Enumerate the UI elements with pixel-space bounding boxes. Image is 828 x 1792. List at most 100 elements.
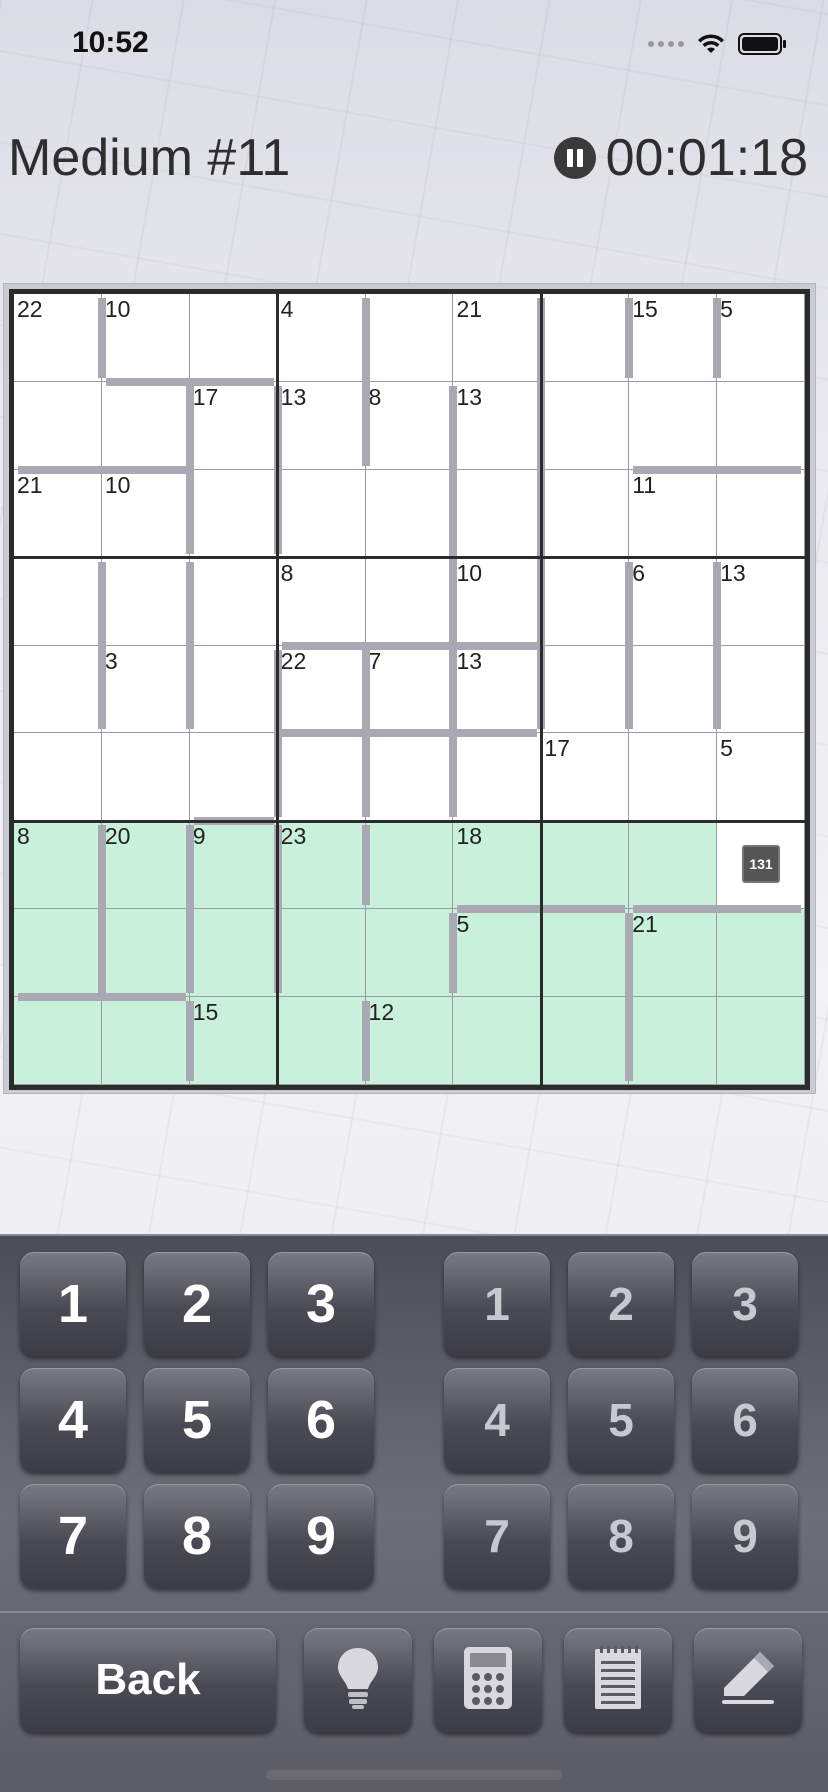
board-cell[interactable]: 4 [277,294,366,382]
board-cell[interactable] [365,821,454,910]
digit-key[interactable]: 5 [144,1368,250,1472]
board-cell[interactable]: 5 [717,294,805,382]
board-cell[interactable]: 5 [717,733,805,822]
board-cell[interactable] [541,469,630,558]
board-cell[interactable]: 10 [453,557,542,646]
digit-key[interactable]: 7 [20,1484,126,1588]
board-cell[interactable] [365,469,454,558]
board-cell[interactable] [629,381,718,470]
board-cell[interactable]: 11 [629,469,718,558]
board-cell[interactable] [365,909,454,998]
board-cell[interactable] [541,997,630,1085]
board-cell[interactable] [717,469,805,558]
board-cell[interactable]: 8 [365,381,454,470]
board-cell[interactable] [541,909,630,998]
board-cell[interactable] [717,381,805,470]
note-digit-key[interactable]: 6 [692,1368,798,1472]
board-cell[interactable] [629,733,718,822]
pause-icon[interactable] [553,137,596,179]
note-digit-key[interactable]: 3 [692,1252,798,1356]
notes-button[interactable] [564,1628,672,1732]
board-cell[interactable] [101,381,190,470]
board-cell[interactable] [629,821,718,910]
back-button[interactable]: Back [20,1628,276,1732]
board-cell[interactable] [189,469,278,558]
board-cell[interactable]: 21 [14,469,102,558]
board-cell[interactable]: 13 [453,645,542,734]
board-cell[interactable] [14,733,102,822]
board-cell[interactable] [277,469,366,558]
board-cell[interactable] [101,557,190,646]
board-cell[interactable] [365,294,454,382]
digit-key[interactable]: 1 [20,1252,126,1356]
board-cell[interactable] [101,909,190,998]
board-cell[interactable] [365,557,454,646]
board-cell[interactable]: 22 [277,645,366,734]
board-cell[interactable] [189,557,278,646]
board-cell[interactable]: 7 [365,645,454,734]
board-cell[interactable] [189,294,278,382]
board-cell[interactable] [14,557,102,646]
board-cell[interactable]: 6 [629,557,718,646]
board-cell[interactable] [277,909,366,998]
note-digit-key[interactable]: 1 [444,1252,550,1356]
board-cell[interactable] [101,733,190,822]
board-cell[interactable]: 5 [453,909,542,998]
note-digit-key[interactable]: 5 [568,1368,674,1472]
board-cell[interactable] [14,997,102,1085]
board-cell[interactable]: 9 [189,821,278,910]
board-cell[interactable] [453,469,542,558]
board-cell[interactable]: 21 [453,294,542,382]
board-cell[interactable] [453,997,542,1085]
board-cell[interactable]: 12 [365,997,454,1085]
board-cell[interactable] [717,909,805,998]
digit-key[interactable]: 8 [144,1484,250,1588]
board-cell[interactable] [14,909,102,998]
board-cell[interactable] [277,997,366,1085]
note-digit-key[interactable]: 2 [568,1252,674,1356]
board-cell[interactable]: 13 [453,381,542,470]
eraser-button[interactable] [694,1628,802,1732]
note-digit-key[interactable]: 7 [444,1484,550,1588]
board-cell[interactable]: 13 [717,557,805,646]
calculator-button[interactable] [434,1628,542,1732]
digit-key[interactable]: 2 [144,1252,250,1356]
digit-key[interactable]: 9 [268,1484,374,1588]
board-cell[interactable]: 17 [541,733,630,822]
digit-key[interactable]: 6 [268,1368,374,1472]
board-cell[interactable]: 18 [453,821,542,910]
board-cell[interactable] [629,645,718,734]
board-cell[interactable] [717,997,805,1085]
board-cell[interactable] [541,294,630,382]
board-cell[interactable] [189,733,278,822]
board-cell[interactable] [14,381,102,470]
board-cell[interactable] [14,645,102,734]
digit-key[interactable]: 3 [268,1252,374,1356]
board-cell[interactable] [541,821,630,910]
board-cell[interactable] [541,381,630,470]
note-digit-key[interactable]: 4 [444,1368,550,1472]
digit-key[interactable]: 4 [20,1368,126,1472]
board-cell[interactable]: 22 [14,294,102,382]
board-cell[interactable]: 17 [189,381,278,470]
board-cell[interactable]: 10 [101,469,190,558]
board-cell[interactable]: 8 [277,557,366,646]
hint-button[interactable] [304,1628,412,1732]
board-cell[interactable]: 15 [189,997,278,1085]
board-cell[interactable]: 20 [101,821,190,910]
board-cell[interactable] [453,733,542,822]
board-cell[interactable] [717,645,805,734]
note-digit-key[interactable]: 8 [568,1484,674,1588]
board-cell[interactable] [277,733,366,822]
board-cell[interactable]: 8 [14,821,102,910]
board-cell[interactable]: 15 [629,294,718,382]
board-cell[interactable]: 3 [101,645,190,734]
board-cell[interactable] [365,733,454,822]
board-cell[interactable]: 10 [101,294,190,382]
board-cell[interactable]: 23 [277,821,366,910]
board-cell[interactable] [101,997,190,1085]
note-digit-key[interactable]: 9 [692,1484,798,1588]
board-cell[interactable]: 21 [629,909,718,998]
board-cell[interactable] [541,557,630,646]
board-cell[interactable]: 13 [277,381,366,470]
